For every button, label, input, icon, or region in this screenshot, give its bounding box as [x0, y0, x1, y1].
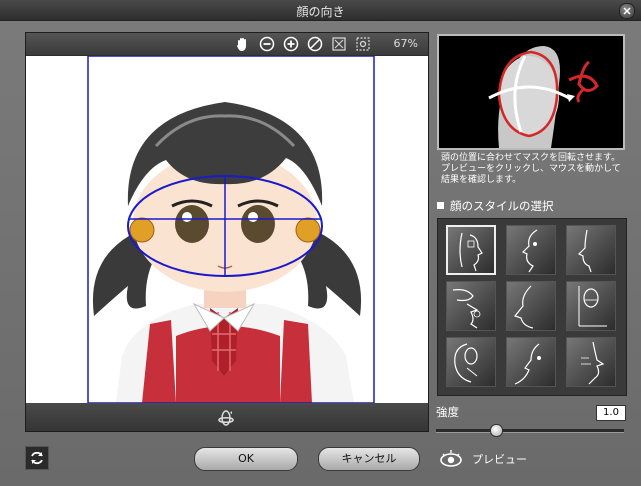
character-image — [87, 56, 375, 403]
canvas-frame: 67% — [25, 32, 429, 432]
image-canvas[interactable] — [26, 56, 428, 403]
bullet-square-icon — [437, 202, 444, 209]
face-style-tile-1[interactable] — [446, 225, 496, 275]
reset-button[interactable] — [25, 446, 49, 470]
close-icon — [623, 7, 631, 15]
strength-value-input[interactable]: 1.0 — [596, 405, 626, 421]
close-button[interactable] — [619, 3, 635, 19]
strength-slider-track[interactable] — [436, 429, 624, 433]
description-line-2: プレビューをクリックし、マウスを動かして — [441, 164, 621, 174]
rotate-mask-icon[interactable] — [214, 408, 238, 428]
title-bar: 顔の向き — [0, 0, 641, 21]
zoom-level: 67% — [393, 37, 418, 50]
window-title: 顔の向き — [296, 5, 345, 19]
strength-label: 強度 — [436, 405, 459, 419]
face-profile-icon — [513, 285, 534, 329]
face-profile-icon — [452, 289, 481, 329]
description-line-3: 結果を確認します。 — [441, 175, 522, 185]
face-profile-icon — [514, 343, 541, 385]
head-preview-thumbnail — [437, 34, 625, 150]
canvas-toolbar: 67% — [26, 33, 428, 55]
ok-button[interactable]: OK — [194, 447, 298, 471]
style-section-heading: 顔のスタイルの選択 — [437, 198, 554, 214]
face-style-tile-2[interactable] — [506, 225, 556, 275]
description-line-1: 頭の位置に合わせてマスクを回転させます。 — [441, 153, 621, 163]
face-style-tile-3[interactable] — [566, 225, 616, 275]
face-profile-icon — [581, 341, 605, 385]
face-style-tile-6[interactable] — [566, 281, 616, 331]
strength-slider-thumb[interactable] — [490, 424, 504, 437]
hand-tool-icon[interactable] — [234, 36, 250, 52]
face-profile-icon — [521, 229, 538, 273]
face-profile-icon — [578, 286, 607, 327]
face-profile-icon — [577, 229, 592, 273]
preview-label[interactable]: プレビュー — [472, 451, 527, 467]
face-style-tile-5[interactable] — [506, 281, 556, 331]
face-profile-icon — [459, 232, 483, 272]
head-model-image — [439, 36, 623, 148]
fit-window-icon[interactable] — [331, 36, 347, 52]
zoom-out-icon[interactable] — [259, 36, 275, 52]
description-text: 頭の位置に合わせてマスクを回転させます。 プレビューをクリックし、マウスを動かし… — [441, 153, 637, 186]
zoom-in-icon[interactable] — [283, 36, 299, 52]
no-symbol-icon[interactable] — [307, 36, 323, 52]
face-profile-icon — [454, 343, 478, 383]
preview-eye-icon[interactable] — [438, 446, 464, 472]
face-style-tile-8[interactable] — [506, 337, 556, 387]
face-style-tile-7[interactable] — [446, 337, 496, 387]
style-section-title: 顔のスタイルの選択 — [450, 199, 554, 213]
fit-selection-icon[interactable] — [355, 36, 371, 52]
face-style-grid — [437, 218, 627, 396]
canvas-status-bar — [26, 403, 428, 431]
face-style-tile-9[interactable] — [566, 337, 616, 387]
refresh-icon — [31, 451, 43, 465]
face-style-tile-4[interactable] — [446, 281, 496, 331]
cancel-button[interactable]: キャンセル — [318, 447, 420, 471]
